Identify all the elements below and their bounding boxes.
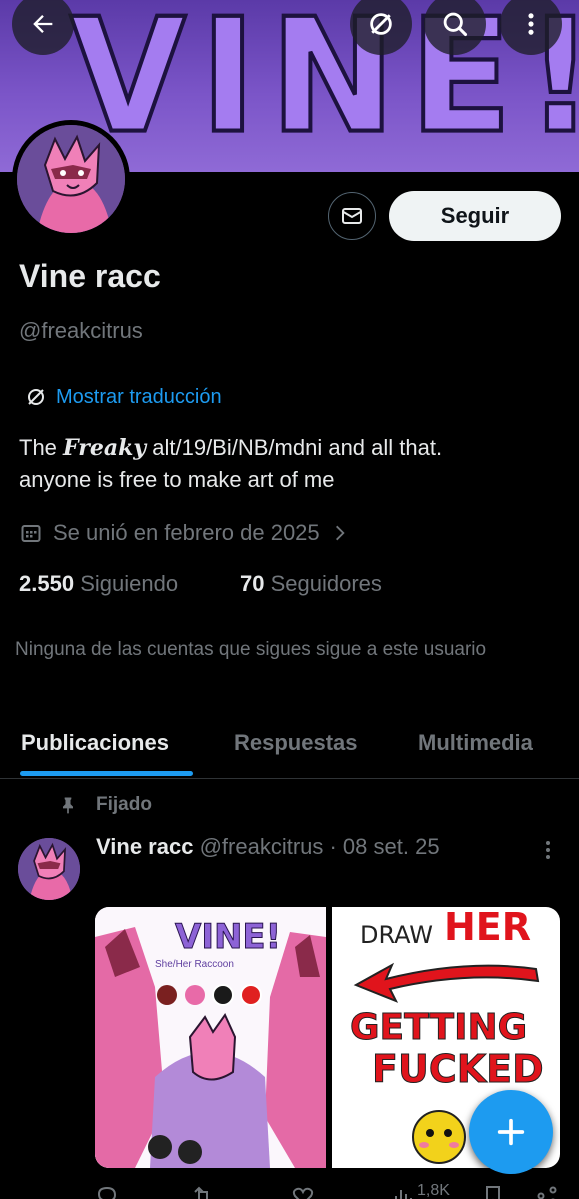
share-icon[interactable] [535, 1184, 559, 1199]
meme-character [412, 1110, 466, 1164]
pin-icon [63, 797, 73, 814]
bookmark-icon[interactable] [481, 1184, 505, 1199]
pinned-label: Fijado [96, 794, 152, 815]
active-tab-indicator [20, 771, 193, 776]
views-count: 1,8K [417, 1182, 450, 1199]
tab-publicaciones[interactable]: Publicaciones [21, 730, 169, 756]
following-label: Siguiendo [80, 571, 179, 596]
meme-text-fucked: FUCKED [372, 1047, 545, 1092]
followers-count: 70 [240, 571, 265, 596]
followers-link[interactable]: 70 Seguidores [240, 571, 382, 597]
bio-freaky-text: Freaky [63, 435, 147, 461]
more-vertical-icon [546, 841, 550, 859]
translation-label: Mostrar traducción [56, 385, 222, 408]
profile-avatar[interactable] [12, 120, 130, 238]
post-handle-date: @freakcitrus · 08 set. 25 [199, 834, 440, 859]
meme-text-her: HER [444, 907, 532, 949]
post-avatar[interactable] [18, 838, 80, 900]
bio-text: The [19, 435, 64, 460]
follow-button[interactable]: Seguir [389, 191, 561, 241]
plus-icon [497, 1118, 525, 1146]
post-header: Vine racc @freakcitrus · 08 set. 25 [96, 834, 440, 860]
envelope-icon [342, 208, 362, 224]
meme-text-getting: GETTING [349, 1007, 528, 1049]
chevron-right-icon [335, 525, 345, 541]
translate-icon [370, 13, 392, 35]
arrow-left-icon [33, 15, 53, 33]
following-link[interactable]: 2.550 Siguiendo [19, 571, 178, 597]
profile-name: Vine racc [19, 258, 161, 294]
tabs-divider [0, 778, 579, 779]
tab-multimedia[interactable]: Multimedia [418, 730, 533, 756]
profile-bio: The Freaky alt/19/Bi/NB/mdni and all tha… [19, 432, 564, 496]
avatar-image [17, 125, 125, 233]
followers-label: Seguidores [270, 571, 382, 596]
meme-arrow [353, 962, 540, 1003]
compose-button[interactable] [469, 1090, 553, 1174]
repost-icon[interactable] [191, 1184, 215, 1199]
search-icon [443, 12, 468, 37]
meme-text-draw: DRAW [360, 921, 434, 949]
show-translation-link[interactable]: Mostrar traducción [24, 385, 222, 409]
views-icon[interactable] [391, 1184, 415, 1199]
more-vertical-icon [528, 13, 534, 35]
character-sheet-title: VINE! [174, 917, 282, 958]
tab-respuestas[interactable]: Respuestas [234, 730, 358, 756]
pinned-indicator: Fijado [58, 794, 152, 816]
like-icon[interactable] [291, 1184, 315, 1199]
joined-date-row[interactable]: Se unió en febrero de 2025 [19, 520, 350, 546]
post-image-character-sheet[interactable]: VINE! She/Her Raccoon [95, 907, 326, 1168]
post-author-name[interactable]: Vine racc [96, 834, 193, 859]
profile-handle: @freakcitrus [19, 318, 143, 343]
character-sheet-caption: She/Her Raccoon [155, 959, 234, 970]
joined-date: Se unió en febrero de 2025 [53, 520, 320, 545]
calendar-icon [21, 525, 41, 542]
bio-text-rest: alt/19/Bi/NB/mdni and all that. [146, 435, 443, 460]
message-button[interactable] [328, 192, 376, 240]
reply-icon[interactable] [95, 1184, 119, 1199]
bio-line2: anyone is free to make art of me [19, 467, 335, 492]
translate-icon [28, 389, 44, 405]
mutual-followers-note: Ninguna de las cuentas que sigues sigue … [15, 639, 487, 660]
post-actions-bar: 1,8K [95, 1180, 565, 1199]
post-more-button[interactable] [538, 838, 558, 867]
following-count: 2.550 [19, 571, 75, 596]
